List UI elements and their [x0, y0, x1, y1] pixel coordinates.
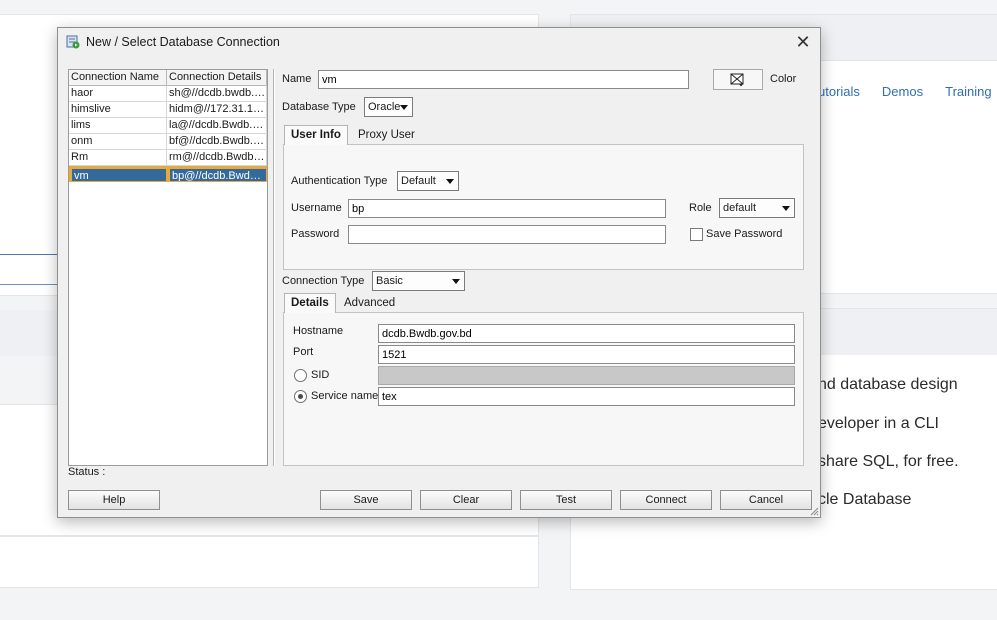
- background-text-line: share SQL, for free.: [818, 453, 959, 470]
- panel-splitter[interactable]: [273, 69, 275, 466]
- color-label: Color: [770, 73, 797, 85]
- sid-input: [378, 366, 795, 385]
- connection-name-cell: vm: [69, 166, 167, 182]
- status-label: Status :: [68, 466, 106, 478]
- tab-details[interactable]: Details: [284, 293, 336, 313]
- connection-details-cell: la@//dcdb.Bwdb.gov.bd: [167, 118, 267, 134]
- save-button[interactable]: Save: [320, 490, 412, 510]
- service-name-input[interactable]: [378, 387, 795, 406]
- background-nav-demos[interactable]: Demos: [882, 84, 923, 99]
- database-type-select[interactable]: Oracle: [364, 97, 413, 117]
- color-picker-button[interactable]: [713, 69, 763, 90]
- connection-list-header: Connection Name Connection Details: [69, 70, 267, 86]
- table-row[interactable]: Rm rm@//dcdb.Bwdb.gov.bd: [69, 150, 267, 166]
- dialog-title: New / Select Database Connection: [86, 35, 280, 49]
- connection-name-cell: haor: [69, 86, 167, 102]
- column-header-connection-name[interactable]: Connection Name: [69, 70, 167, 86]
- color-swatch-icon: [730, 73, 744, 87]
- password-input[interactable]: [348, 225, 666, 244]
- chevron-down-icon: [782, 206, 790, 211]
- connection-name-cell: himslive: [69, 102, 167, 118]
- background-text-line: nd database design: [818, 376, 958, 393]
- connection-list[interactable]: Connection Name Connection Details haor …: [68, 69, 268, 466]
- hostname-input[interactable]: [378, 324, 795, 343]
- port-label: Port: [293, 346, 314, 358]
- connection-name-cell: Rm: [69, 150, 167, 166]
- connection-details-cell: hidm@//172.31.1.19: [167, 102, 267, 118]
- port-input[interactable]: [378, 345, 795, 364]
- authentication-type-value: Default: [401, 175, 436, 187]
- resize-grip-icon[interactable]: [809, 506, 819, 516]
- role-select[interactable]: default: [719, 198, 795, 218]
- tab-user-info[interactable]: User Info: [284, 125, 348, 145]
- table-row[interactable]: himslive hidm@//172.31.1.19: [69, 102, 267, 118]
- background-rule: [0, 284, 60, 285]
- test-button[interactable]: Test: [520, 490, 612, 510]
- cancel-button[interactable]: Cancel: [720, 490, 812, 510]
- background-text-line: cle Database: [818, 491, 912, 508]
- help-button[interactable]: Help: [68, 490, 160, 510]
- connection-details-cell: bp@//dcdb.Bwdb.gov.bd: [167, 166, 267, 182]
- tab-proxy-user[interactable]: Proxy User: [352, 126, 421, 146]
- username-label: Username: [291, 202, 342, 214]
- database-connection-dialog: New / Select Database Connection ✕ Conne…: [57, 27, 821, 518]
- tab-advanced[interactable]: Advanced: [338, 294, 401, 314]
- connection-details-cell: bf@//dcdb.Bwdb.gov.bd: [167, 134, 267, 150]
- table-row[interactable]: haor sh@//dcdb.bwdb.gov.bd: [69, 86, 267, 102]
- dialog-titlebar[interactable]: New / Select Database Connection ✕: [58, 28, 820, 56]
- password-label: Password: [291, 228, 340, 240]
- authentication-type-label: Authentication Type: [291, 175, 388, 187]
- hostname-label: Hostname: [293, 325, 344, 337]
- connect-button[interactable]: Connect: [620, 490, 712, 510]
- chevron-down-icon: [452, 279, 460, 284]
- close-icon[interactable]: ✕: [792, 32, 814, 52]
- connection-type-select[interactable]: Basic: [372, 271, 465, 291]
- background-nav: utorials Demos Training: [818, 84, 992, 99]
- authentication-type-select[interactable]: Default: [397, 171, 459, 191]
- connection-details-cell: sh@//dcdb.bwdb.gov.bd: [167, 86, 267, 102]
- connection-name-cell: onm: [69, 134, 167, 150]
- service-name-label[interactable]: Service name: [311, 390, 378, 402]
- table-row[interactable]: onm bf@//dcdb.Bwdb.gov.bd: [69, 134, 267, 150]
- database-connection-icon: [66, 35, 80, 49]
- connection-details-cell: rm@//dcdb.Bwdb.gov.bd: [167, 150, 267, 166]
- connection-type-value: Basic: [376, 275, 403, 287]
- connection-name-input[interactable]: [318, 70, 689, 89]
- database-type-value: Oracle: [368, 101, 401, 113]
- background-nav-tutorials[interactable]: utorials: [818, 84, 860, 99]
- save-password-label[interactable]: Save Password: [706, 228, 782, 240]
- background-rule: [0, 254, 60, 255]
- role-value: default: [723, 202, 757, 214]
- service-name-radio[interactable]: [294, 390, 307, 403]
- table-row-selected[interactable]: vm bp@//dcdb.Bwdb.gov.bd: [69, 166, 267, 182]
- connection-name-cell: lims: [69, 118, 167, 134]
- column-header-connection-details[interactable]: Connection Details: [167, 70, 267, 86]
- name-label: Name: [282, 73, 312, 85]
- database-type-label: Database Type: [282, 101, 356, 113]
- chevron-down-icon: [446, 179, 454, 184]
- username-input[interactable]: [348, 199, 666, 218]
- save-password-checkbox[interactable]: [690, 228, 703, 241]
- table-row[interactable]: lims la@//dcdb.Bwdb.gov.bd: [69, 118, 267, 134]
- background-text-line: eveloper in a CLI: [818, 415, 939, 432]
- chevron-down-icon: [400, 105, 408, 110]
- connection-type-label: Connection Type: [282, 275, 365, 287]
- role-label: Role: [689, 202, 712, 214]
- sid-label[interactable]: SID: [311, 369, 329, 381]
- background-nav-training[interactable]: Training: [945, 84, 991, 99]
- clear-button[interactable]: Clear: [420, 490, 512, 510]
- background-card-bottom-left: [0, 536, 539, 588]
- sid-radio[interactable]: [294, 369, 307, 382]
